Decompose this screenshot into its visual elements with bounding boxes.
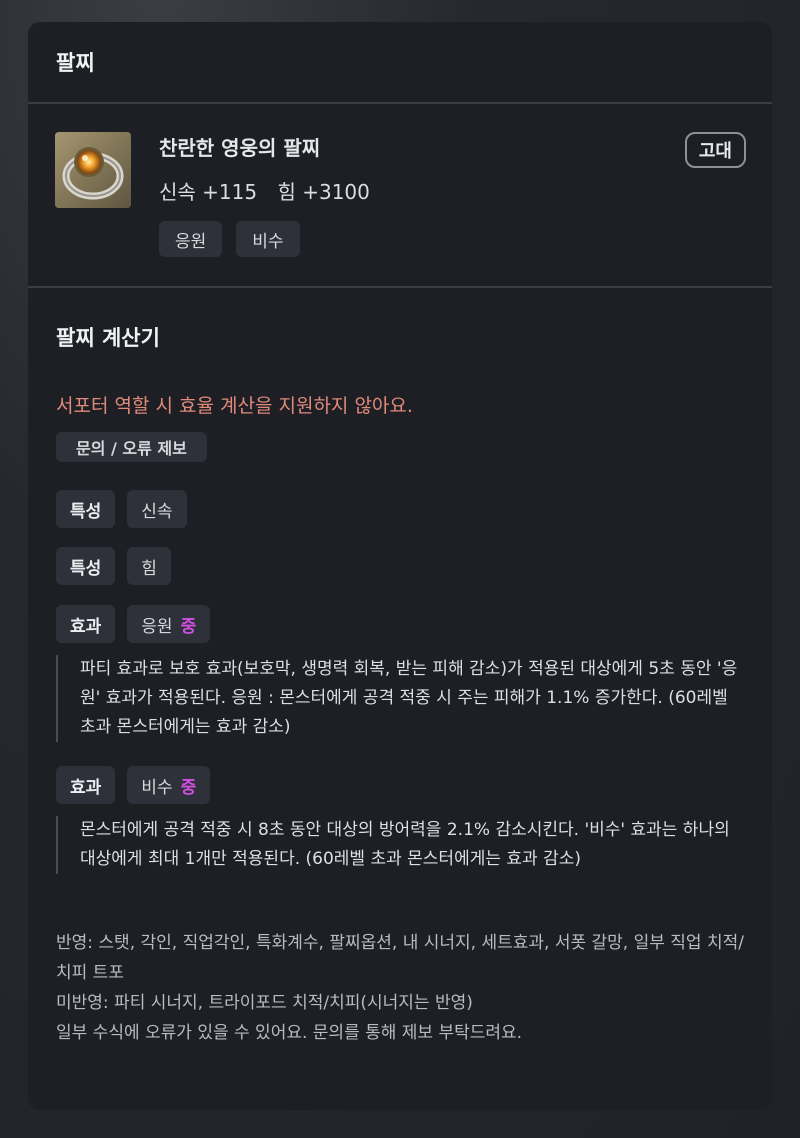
trait-value: 힘 xyxy=(127,547,171,585)
trait-label: 특성 xyxy=(56,547,116,585)
effect-value: 비수 중 xyxy=(127,766,211,804)
effect-description: 파티 효과로 보호 효과(보호막, 생명력 회복, 받는 피해 감소)가 적용된… xyxy=(56,655,746,742)
item-stats: 신속 +115 힘 +3100 xyxy=(159,176,384,205)
bracelet-icon xyxy=(55,132,131,208)
effect-label: 효과 xyxy=(56,766,116,804)
stat-strength: 힘 +3100 xyxy=(277,180,370,204)
trait-label: 특성 xyxy=(56,490,116,528)
effect-name: 비수 xyxy=(141,777,173,798)
effect-grade: 중 xyxy=(180,777,197,798)
effect-value: 응원 중 xyxy=(127,605,211,643)
calculation-notes: 반영: 스탯, 각인, 직업각인, 특화계수, 팔찌옵션, 내 시너지, 세트효… xyxy=(56,928,746,1048)
note-disclaimer: 일부 수식에 오류가 있을 수 있어요. 문의를 통해 제보 부탁드려요. xyxy=(56,1023,523,1043)
stat-swiftness: 신속 +115 xyxy=(159,180,258,204)
calculator-title: 팔찌 계산기 xyxy=(56,326,160,350)
item-name: 찬란한 영웅의 팔찌 xyxy=(159,136,321,160)
grade-badge: 고대 xyxy=(684,132,746,168)
effect-row: 효과 응원 중 xyxy=(56,605,211,643)
trait-row: 특성 신속 xyxy=(56,490,187,528)
effect-name: 응원 xyxy=(141,616,173,637)
effect-row: 효과 비수 중 xyxy=(56,766,211,804)
note-applied: 반영: 스탯, 각인, 직업각인, 특화계수, 팔찌옵션, 내 시너지, 세트효… xyxy=(56,933,744,983)
bracelet-panel: 팔찌 찬란한 영웅의 팔찌 고대 신속 +115 힘 +3100 응원 비수 팔… xyxy=(28,22,772,1110)
effect-label: 효과 xyxy=(56,605,116,643)
item-tags: 응원 비수 xyxy=(159,221,300,257)
item-row: 찬란한 영웅의 팔찌 고대 신속 +115 힘 +3100 응원 비수 xyxy=(28,104,772,288)
trait-row: 특성 힘 xyxy=(56,547,171,585)
section-title: 팔찌 xyxy=(28,22,772,104)
item-tag: 응원 xyxy=(159,221,223,257)
effect-grade: 중 xyxy=(180,616,197,637)
item-tag: 비수 xyxy=(236,221,300,257)
note-not-applied: 미반영: 파티 시너지, 트라이포드 치적/치피(시너지는 반영) xyxy=(56,993,473,1013)
report-button[interactable]: 문의 / 오류 제보 xyxy=(56,432,207,462)
effect-description: 몬스터에게 공격 적중 시 8초 동안 대상의 방어력을 2.1% 감소시킨다.… xyxy=(56,816,746,874)
trait-value: 신속 xyxy=(127,490,187,528)
support-warning: 서포터 역할 시 효율 계산을 지원하지 않아요. xyxy=(56,395,413,417)
